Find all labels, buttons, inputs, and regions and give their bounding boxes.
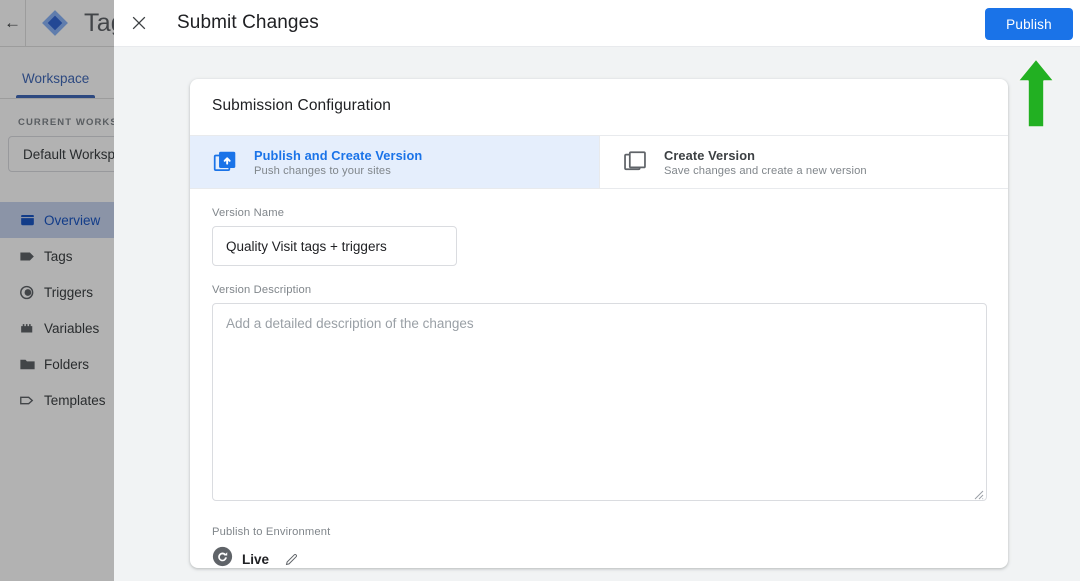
live-environment-icon — [212, 546, 233, 568]
publish-button[interactable]: Publish — [985, 8, 1073, 40]
option-create-version[interactable]: Create Version Save changes and create a… — [599, 136, 1008, 188]
green-up-arrow-annotation — [1017, 58, 1055, 128]
version-name-input[interactable] — [212, 226, 457, 266]
version-description-input[interactable] — [212, 303, 987, 501]
modal-header: Submit Changes Publish — [114, 0, 1080, 47]
publish-version-icon — [212, 149, 254, 175]
publish-environment-label: Publish to Environment — [212, 526, 331, 538]
option-publish-and-create-version[interactable]: Publish and Create Version Push changes … — [190, 136, 599, 188]
option-sublabel: Save changes and create a new version — [664, 164, 867, 177]
version-name-label: Version Name — [212, 207, 285, 219]
option-sublabel: Push changes to your sites — [254, 164, 391, 177]
modal-body: Submission Configuration Publish and Cre… — [114, 47, 1080, 581]
create-version-icon — [622, 149, 664, 175]
publish-environment-section: Publish to Environment Live — [212, 526, 986, 568]
option-label: Create Version — [664, 147, 756, 163]
submission-configuration-card: Submission Configuration Publish and Cre… — [190, 79, 1008, 568]
version-description-label: Version Description — [212, 284, 312, 296]
modal-title: Submit Changes — [177, 12, 319, 33]
version-form: Version Name Version Description Publish… — [190, 189, 1008, 568]
environment-row: Live — [212, 546, 986, 568]
close-icon[interactable] — [114, 0, 164, 47]
option-label: Publish and Create Version — [254, 147, 423, 163]
submission-type-options: Publish and Create Version Push changes … — [190, 135, 1008, 189]
card-title: Submission Configuration — [212, 97, 392, 114]
modal-scrim[interactable] — [0, 0, 114, 581]
environment-name: Live — [242, 551, 270, 567]
submit-changes-modal: Submit Changes Publish Submission Config… — [114, 0, 1080, 581]
pencil-edit-icon[interactable] — [284, 552, 299, 567]
